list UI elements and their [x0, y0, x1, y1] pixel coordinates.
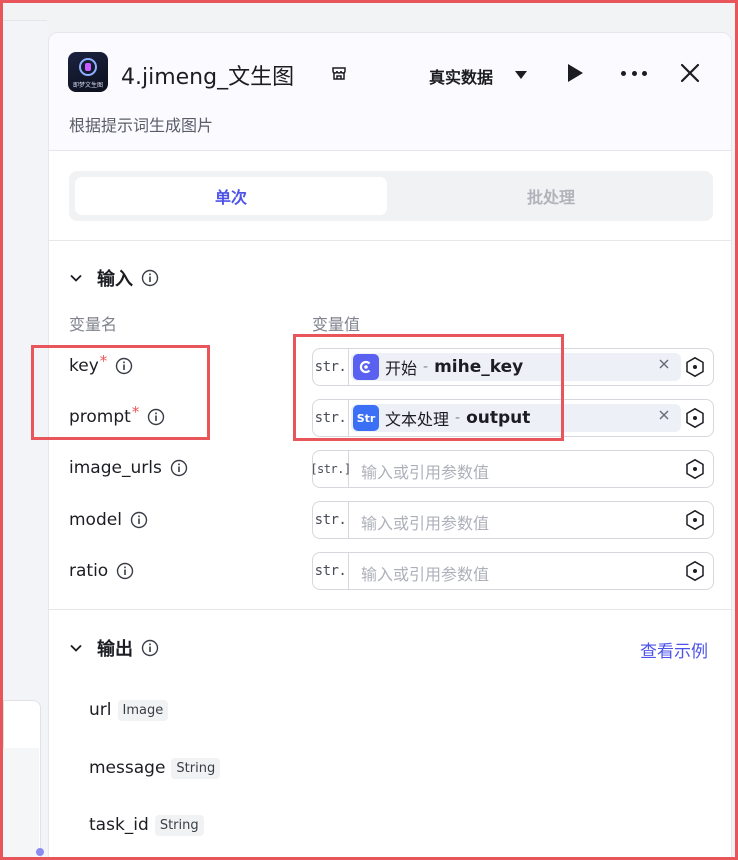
output-name: message: [89, 758, 166, 778]
column-header-value: 变量值: [312, 315, 361, 334]
clear-icon[interactable]: [658, 358, 670, 370]
background-node-card-body: [3, 748, 39, 860]
var-name-image-urls: image_urls: [69, 456, 188, 480]
column-header-name: 变量名: [69, 315, 118, 334]
var-label: image_urls: [69, 458, 162, 478]
output-type-badge: String: [171, 757, 221, 779]
type-tag: str.: [313, 400, 349, 436]
type-tag: str.: [313, 349, 349, 385]
value-field-prompt[interactable]: str. Str 文本处理 - output: [312, 399, 714, 437]
panel-header: 即梦文生图 4.jimeng_文生图 真实数据 根据提示词生成图片: [49, 33, 731, 151]
tab-single[interactable]: 单次: [75, 177, 387, 215]
chevron-down-icon[interactable]: [69, 271, 83, 285]
var-name-prompt: prompt *: [69, 403, 165, 429]
input-placeholder[interactable]: 输入或引用参数值: [361, 459, 489, 483]
node-title: 4.jimeng_文生图: [121, 65, 295, 90]
ref-node-name: 文本处理: [385, 410, 450, 429]
var-name-ratio: ratio: [69, 559, 134, 583]
node-test-panel: 即梦文生图 4.jimeng_文生图 真实数据 根据提示词生成图片 单次 批处理…: [48, 32, 732, 860]
divider: [49, 240, 731, 241]
data-mode-select[interactable]: 真实数据: [429, 64, 493, 88]
output-field-message: message String: [89, 755, 221, 781]
node-description: 根据提示词生成图片: [69, 116, 214, 135]
caret-down-icon[interactable]: [515, 71, 527, 79]
tab-batch[interactable]: 批处理: [395, 177, 707, 215]
variable-select-icon[interactable]: [684, 356, 706, 378]
variable-select-icon[interactable]: [684, 407, 706, 429]
type-tag: str.: [313, 502, 349, 538]
var-name-key: key *: [69, 352, 133, 378]
var-label: ratio: [69, 561, 109, 581]
play-icon[interactable]: [568, 64, 583, 82]
node-icon-label: 即梦文生图: [72, 82, 103, 89]
info-icon[interactable]: [141, 639, 159, 657]
view-example-link[interactable]: 查看示例: [640, 637, 708, 662]
info-icon[interactable]: [115, 357, 133, 375]
output-section-header[interactable]: 输出: [69, 636, 159, 660]
var-label: prompt: [69, 407, 131, 427]
required-mark: *: [131, 403, 140, 421]
info-icon[interactable]: [170, 459, 188, 477]
value-field-image-urls[interactable]: [str.] 输入或引用参数值: [310, 450, 714, 488]
value-field-ratio[interactable]: str. 输入或引用参数值: [312, 552, 714, 590]
output-name: task_id: [89, 815, 149, 835]
info-icon[interactable]: [130, 511, 148, 529]
input-section-title: 输入: [97, 269, 133, 290]
type-tag: [str.]: [310, 451, 351, 487]
type-tag: str.: [313, 553, 349, 589]
output-field-task-id: task_id String: [89, 812, 204, 838]
required-mark: *: [99, 352, 108, 370]
chevron-down-icon[interactable]: [69, 641, 83, 655]
output-name: url: [89, 700, 112, 720]
variable-select-icon[interactable]: [684, 458, 706, 480]
var-name-model: model: [69, 508, 148, 532]
clear-icon[interactable]: [658, 409, 670, 421]
output-field-url: url Image: [89, 697, 169, 723]
output-section-title: 输出: [97, 639, 133, 660]
close-icon[interactable]: [679, 62, 701, 84]
run-mode-tabs: 单次 批处理: [69, 171, 713, 221]
variable-select-icon[interactable]: [684, 560, 706, 582]
info-icon[interactable]: [116, 562, 134, 580]
text-process-icon: Str: [353, 405, 379, 431]
node-icon: 即梦文生图: [68, 52, 108, 92]
start-node-icon: [353, 354, 379, 380]
ref-separator: -: [423, 359, 429, 375]
info-icon[interactable]: [141, 269, 159, 287]
input-section-header[interactable]: 输入: [69, 266, 159, 290]
variable-select-icon[interactable]: [684, 509, 706, 531]
var-label: model: [69, 510, 122, 530]
value-field-key[interactable]: str. 开始 - mihe_key: [312, 348, 714, 386]
ref-separator: -: [455, 410, 461, 426]
reference-chip[interactable]: 开始 - mihe_key: [351, 353, 681, 381]
reference-chip[interactable]: Str 文本处理 - output: [351, 404, 681, 432]
input-placeholder[interactable]: 输入或引用参数值: [361, 561, 489, 585]
ref-node-name: 开始: [385, 359, 418, 378]
plugin-badge-icon: [332, 67, 346, 80]
info-icon[interactable]: [147, 408, 165, 426]
value-field-model[interactable]: str. 输入或引用参数值: [312, 501, 714, 539]
ref-field-name: mihe_key: [434, 357, 524, 377]
node-port-dot[interactable]: [36, 848, 44, 856]
output-type-badge: String: [154, 814, 204, 836]
more-icon[interactable]: [621, 71, 647, 77]
var-label: key: [69, 356, 99, 376]
input-placeholder[interactable]: 输入或引用参数值: [361, 510, 489, 534]
divider: [49, 609, 731, 610]
output-type-badge: Image: [117, 699, 169, 721]
ref-field-name: output: [466, 408, 531, 428]
